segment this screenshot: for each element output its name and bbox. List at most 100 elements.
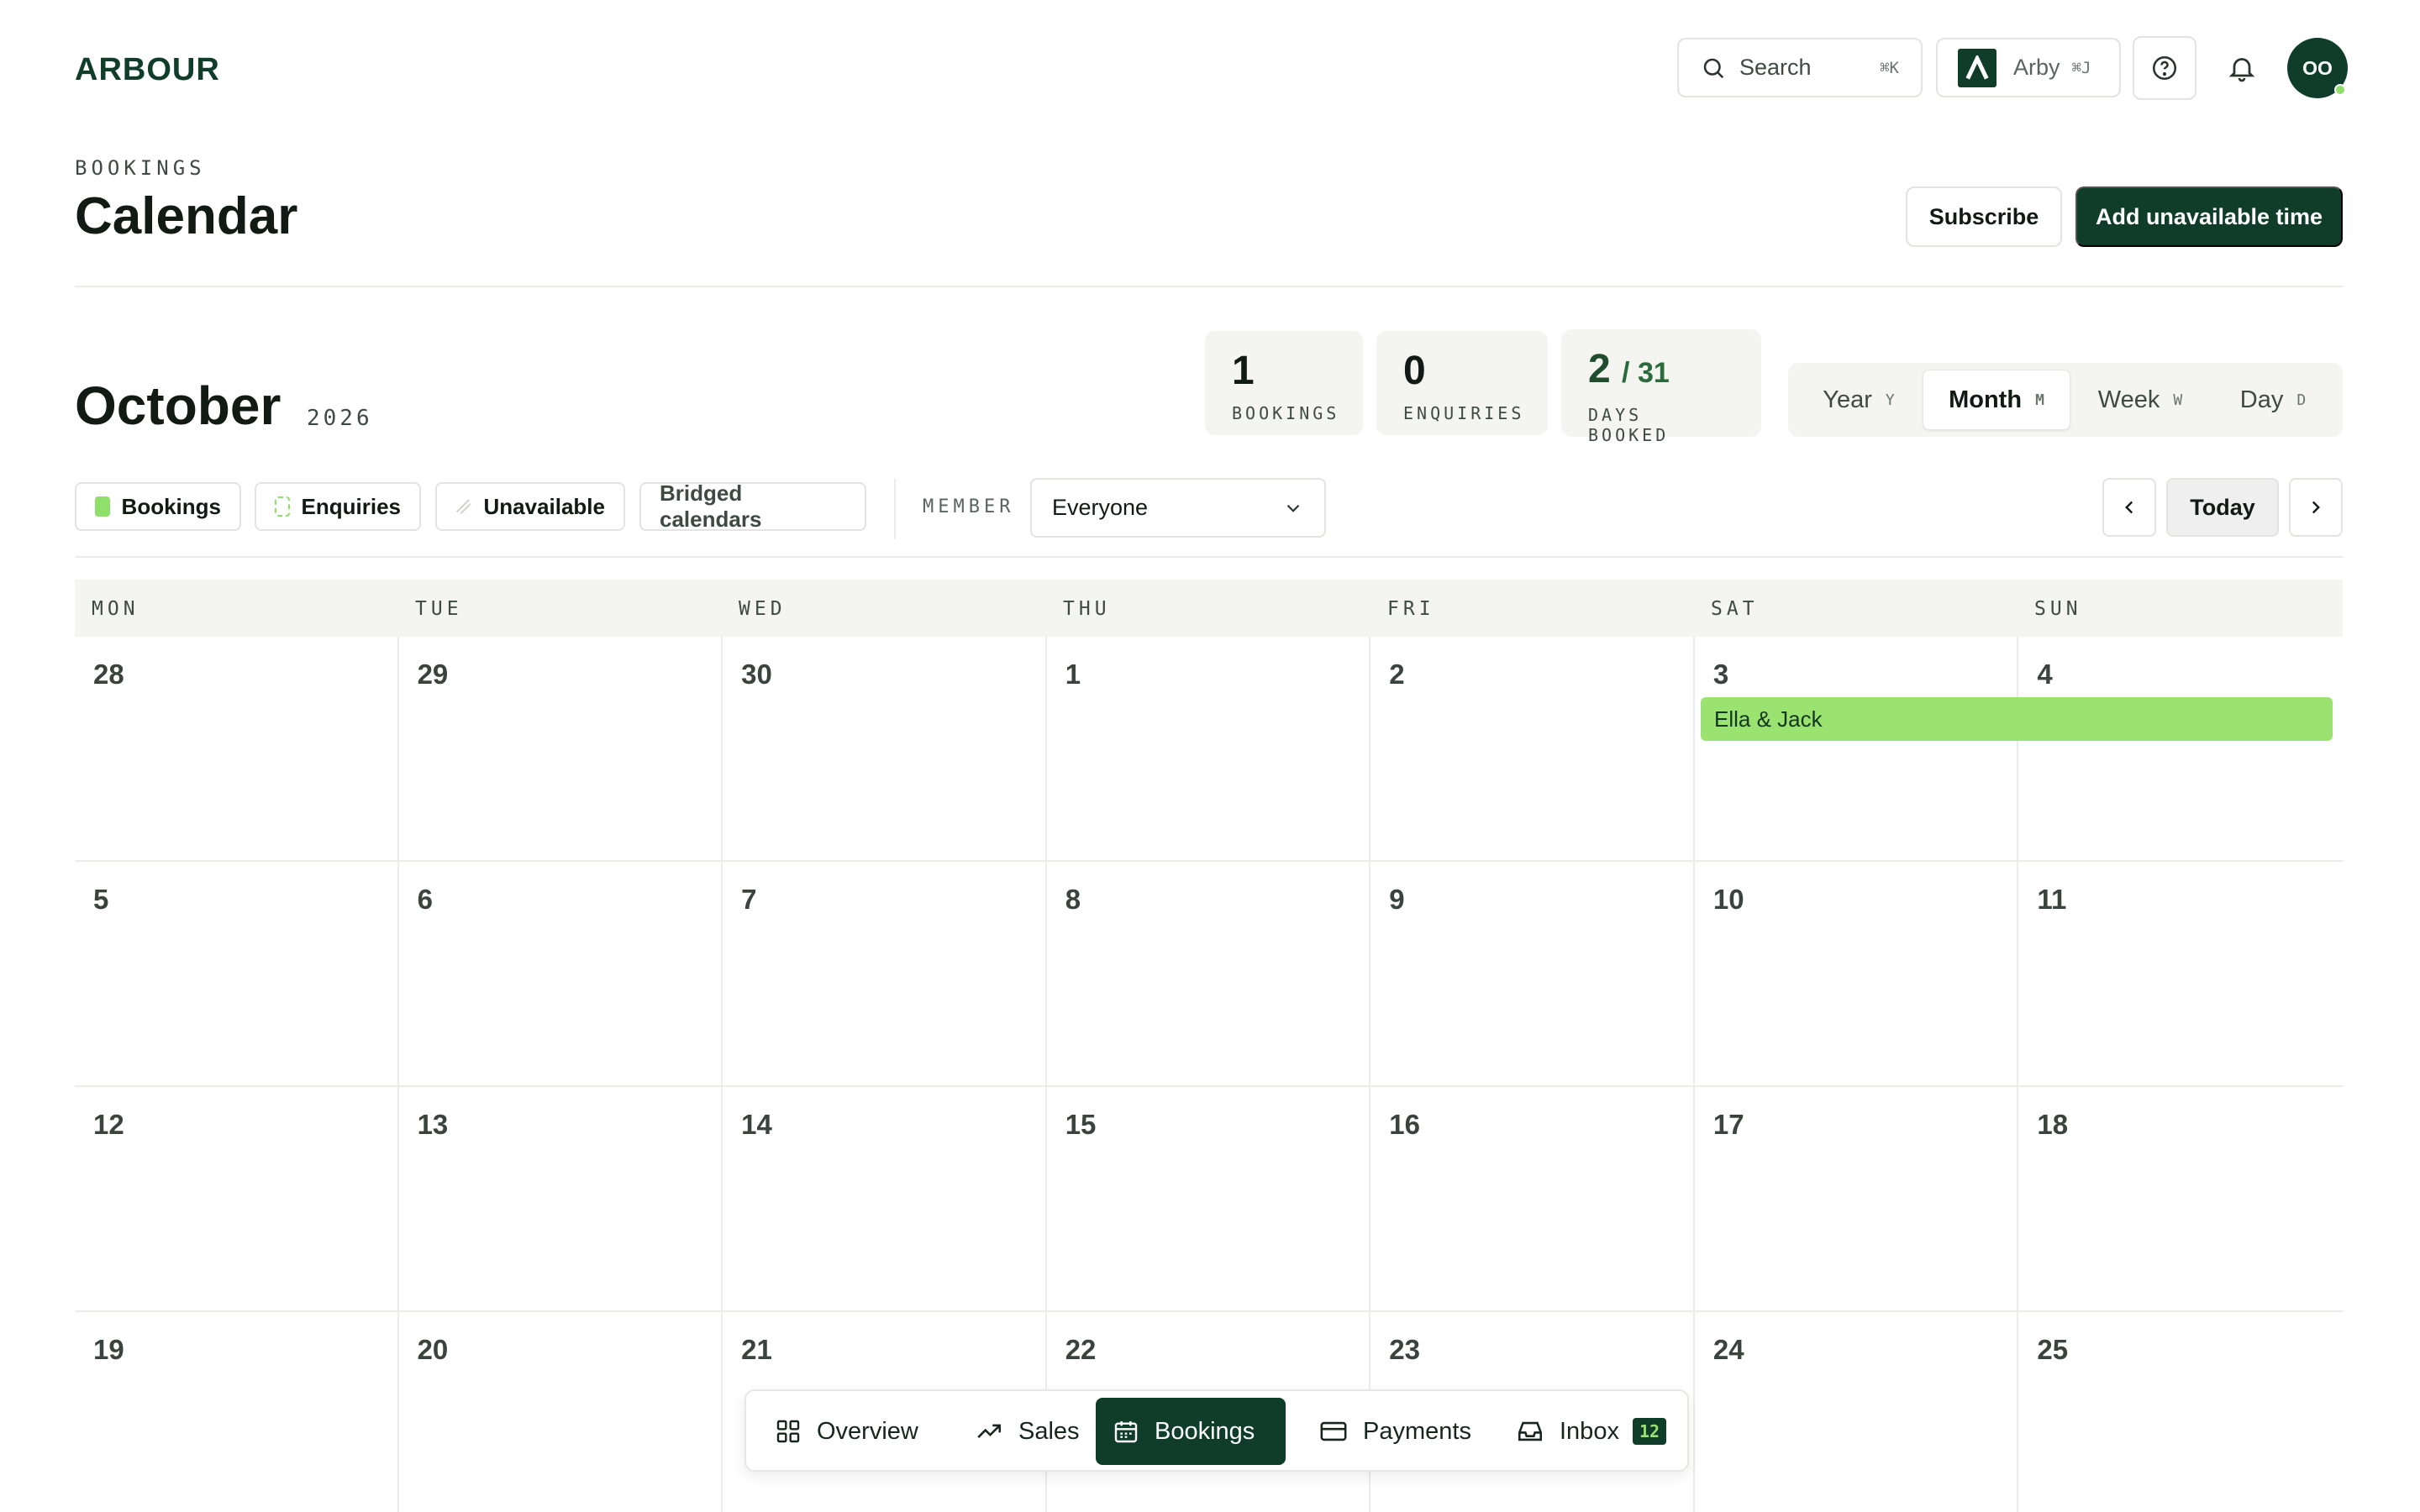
calendar-day-number: 24	[1712, 1334, 1744, 1365]
dock-sales-label: Sales	[1018, 1417, 1080, 1445]
dock-overview[interactable]: Overview	[758, 1398, 935, 1465]
bookings-swatch	[95, 496, 110, 517]
calendar-day-cell[interactable]: 1	[1046, 637, 1371, 862]
calendar-day-cell[interactable]: 8	[1046, 862, 1371, 1087]
view-day-label: Day	[2239, 386, 2284, 413]
calendar-day-cell[interactable]: 5	[75, 862, 399, 1087]
calendar-day-number: 11	[2037, 884, 2067, 915]
stat-days-booked: 2 / 31 DAYS BOOKED	[1561, 329, 1761, 445]
year-label: 2026	[307, 406, 373, 431]
stat-enquiries-label: ENQUIRIES	[1403, 403, 1525, 423]
arbour-logo[interactable]: ARBOUR	[75, 52, 220, 88]
help-button[interactable]	[2133, 36, 2196, 100]
view-week-button[interactable]: Week W	[2070, 370, 2210, 430]
chevron-left-icon	[2125, 501, 2133, 514]
calendar-day-cell[interactable]: 16	[1370, 1087, 1695, 1312]
chevron-right-icon	[2312, 501, 2320, 514]
view-day-button[interactable]: Day D	[2210, 370, 2336, 430]
filter-separator	[894, 479, 896, 539]
page-title: Calendar	[75, 187, 298, 245]
calendar-day-cell[interactable]: 20	[399, 1312, 723, 1512]
calendar-day-cell[interactable]: 11	[2018, 862, 2343, 1087]
calendar-day-number: 22	[1065, 1334, 1097, 1365]
calendar-day-cell[interactable]: 6	[398, 862, 723, 1087]
subscribe-button[interactable]: Subscribe	[1906, 186, 2062, 247]
view-year-button[interactable]: Year Y	[1795, 370, 1923, 430]
calendar-day-cell[interactable]: 12	[75, 1087, 399, 1312]
weekday-mon: MON	[92, 598, 139, 620]
calendar-day-cell[interactable]: 19	[75, 1312, 399, 1512]
search-icon	[1703, 58, 1724, 78]
calendar-day-number: 17	[1712, 1109, 1744, 1140]
calendar-day-number: 9	[1389, 884, 1405, 915]
calendar-day-cell[interactable]: 9	[1370, 862, 1695, 1087]
weekday-sun: SUN	[2034, 598, 2082, 620]
bell-icon	[2228, 58, 2255, 82]
calendar-day-cell[interactable]: 4	[2018, 637, 2343, 862]
member-select[interactable]: Everyone	[1030, 478, 1326, 538]
today-button[interactable]: Today	[2166, 478, 2279, 537]
calendar-day-cell[interactable]: 14	[723, 1087, 1047, 1312]
calendar-day-cell[interactable]: 15	[1046, 1087, 1371, 1312]
next-month-button[interactable]	[2289, 478, 2343, 537]
online-status-dot	[2334, 84, 2346, 96]
calendar-day-number: 4	[2037, 659, 2053, 690]
calendar-day-number: 30	[741, 659, 772, 690]
calendar-day-cell[interactable]: 2	[1370, 637, 1695, 862]
dock-payments[interactable]: Payments	[1302, 1398, 1488, 1465]
search-button[interactable]: Search ⌘K	[1677, 38, 1923, 97]
view-day-key: D	[2296, 391, 2307, 409]
calendar-day-cell[interactable]: 3	[1694, 637, 2019, 862]
calendar-day-cell[interactable]: 18	[2018, 1087, 2343, 1312]
calendar-day-cell[interactable]: 29	[398, 637, 723, 862]
filter-enquiries-chip[interactable]: Enquiries	[255, 482, 421, 531]
filter-unavailable-chip[interactable]: Unavailable	[435, 482, 625, 531]
dock-sales[interactable]: Sales	[958, 1398, 1097, 1465]
inbox-count-badge: 12	[1632, 1418, 1667, 1445]
calendar-day-cell[interactable]: 25	[2018, 1312, 2343, 1512]
calendar-day-cell[interactable]: 17	[1694, 1087, 2019, 1312]
unavailable-stripe-icon	[455, 499, 471, 514]
view-switcher: Year Y Month M Week W Day D	[1788, 363, 2343, 437]
calendar-day-number: 19	[93, 1334, 124, 1365]
view-month-key: M	[2035, 391, 2044, 409]
stat-days-value: 2	[1588, 347, 1611, 391]
stat-days-total: / 31	[1622, 357, 1670, 389]
calendar-day-number: 25	[2037, 1334, 2069, 1365]
calendar-day-number: 8	[1065, 884, 1081, 915]
prev-month-button[interactable]	[2102, 478, 2156, 537]
weekday-sat: SAT	[1711, 598, 1759, 620]
enquiries-swatch	[275, 496, 290, 517]
booking-event[interactable]: Ella & Jack	[1701, 697, 2333, 741]
stat-bookings-label: BOOKINGS	[1232, 403, 1340, 423]
help-icon	[2152, 55, 2177, 81]
stat-enquiries: 0 ENQUIRIES	[1376, 331, 1548, 435]
calendar-day-number: 3	[1712, 659, 1729, 690]
calendar-day-number: 6	[417, 884, 433, 915]
grid-icon	[776, 1420, 800, 1443]
calendar-day-cell[interactable]: 10	[1694, 862, 2019, 1087]
filter-bridged-label: Bridged calendars	[660, 480, 762, 532]
calendar-day-number: 16	[1389, 1109, 1420, 1140]
calendar-day-cell[interactable]: 24	[1695, 1312, 2019, 1512]
filter-bookings-chip[interactable]: Bookings	[75, 482, 241, 531]
view-month-button[interactable]: Month M	[1923, 370, 2070, 430]
calendar-day-number: 1	[1065, 659, 1081, 690]
add-unavailable-time-button[interactable]: Add unavailable time	[2075, 186, 2343, 247]
inbox-icon	[1518, 1421, 1543, 1441]
calendar-day-cell[interactable]: 7	[723, 862, 1047, 1087]
calendar-day-cell[interactable]: 30	[723, 637, 1047, 862]
calendar-day-cell[interactable]: 28	[75, 637, 399, 862]
notifications-button[interactable]	[2210, 36, 2274, 100]
workspace-switcher[interactable]: Arby ⌘J	[1936, 38, 2121, 97]
calendar-grid: 28 29 30 1 2 3 4 5 6 7 8 9 10 11 12 13 14 15 16 17 18 19 20 21 2…	[75, 637, 2343, 1512]
view-week-key: W	[2173, 391, 2183, 409]
dock-inbox[interactable]: Inbox 12	[1499, 1398, 1683, 1465]
search-label: Search	[1739, 55, 1812, 80]
calendar-day-cell[interactable]: 13	[398, 1087, 723, 1312]
search-shortcut: ⌘K	[1880, 58, 1899, 77]
member-label: MEMBER	[923, 496, 1015, 517]
filter-bookings-label: Bookings	[121, 493, 221, 519]
filter-bridged-chip[interactable]: Bridged calendars	[639, 480, 866, 532]
dock-bookings[interactable]: Bookings	[1096, 1398, 1286, 1465]
